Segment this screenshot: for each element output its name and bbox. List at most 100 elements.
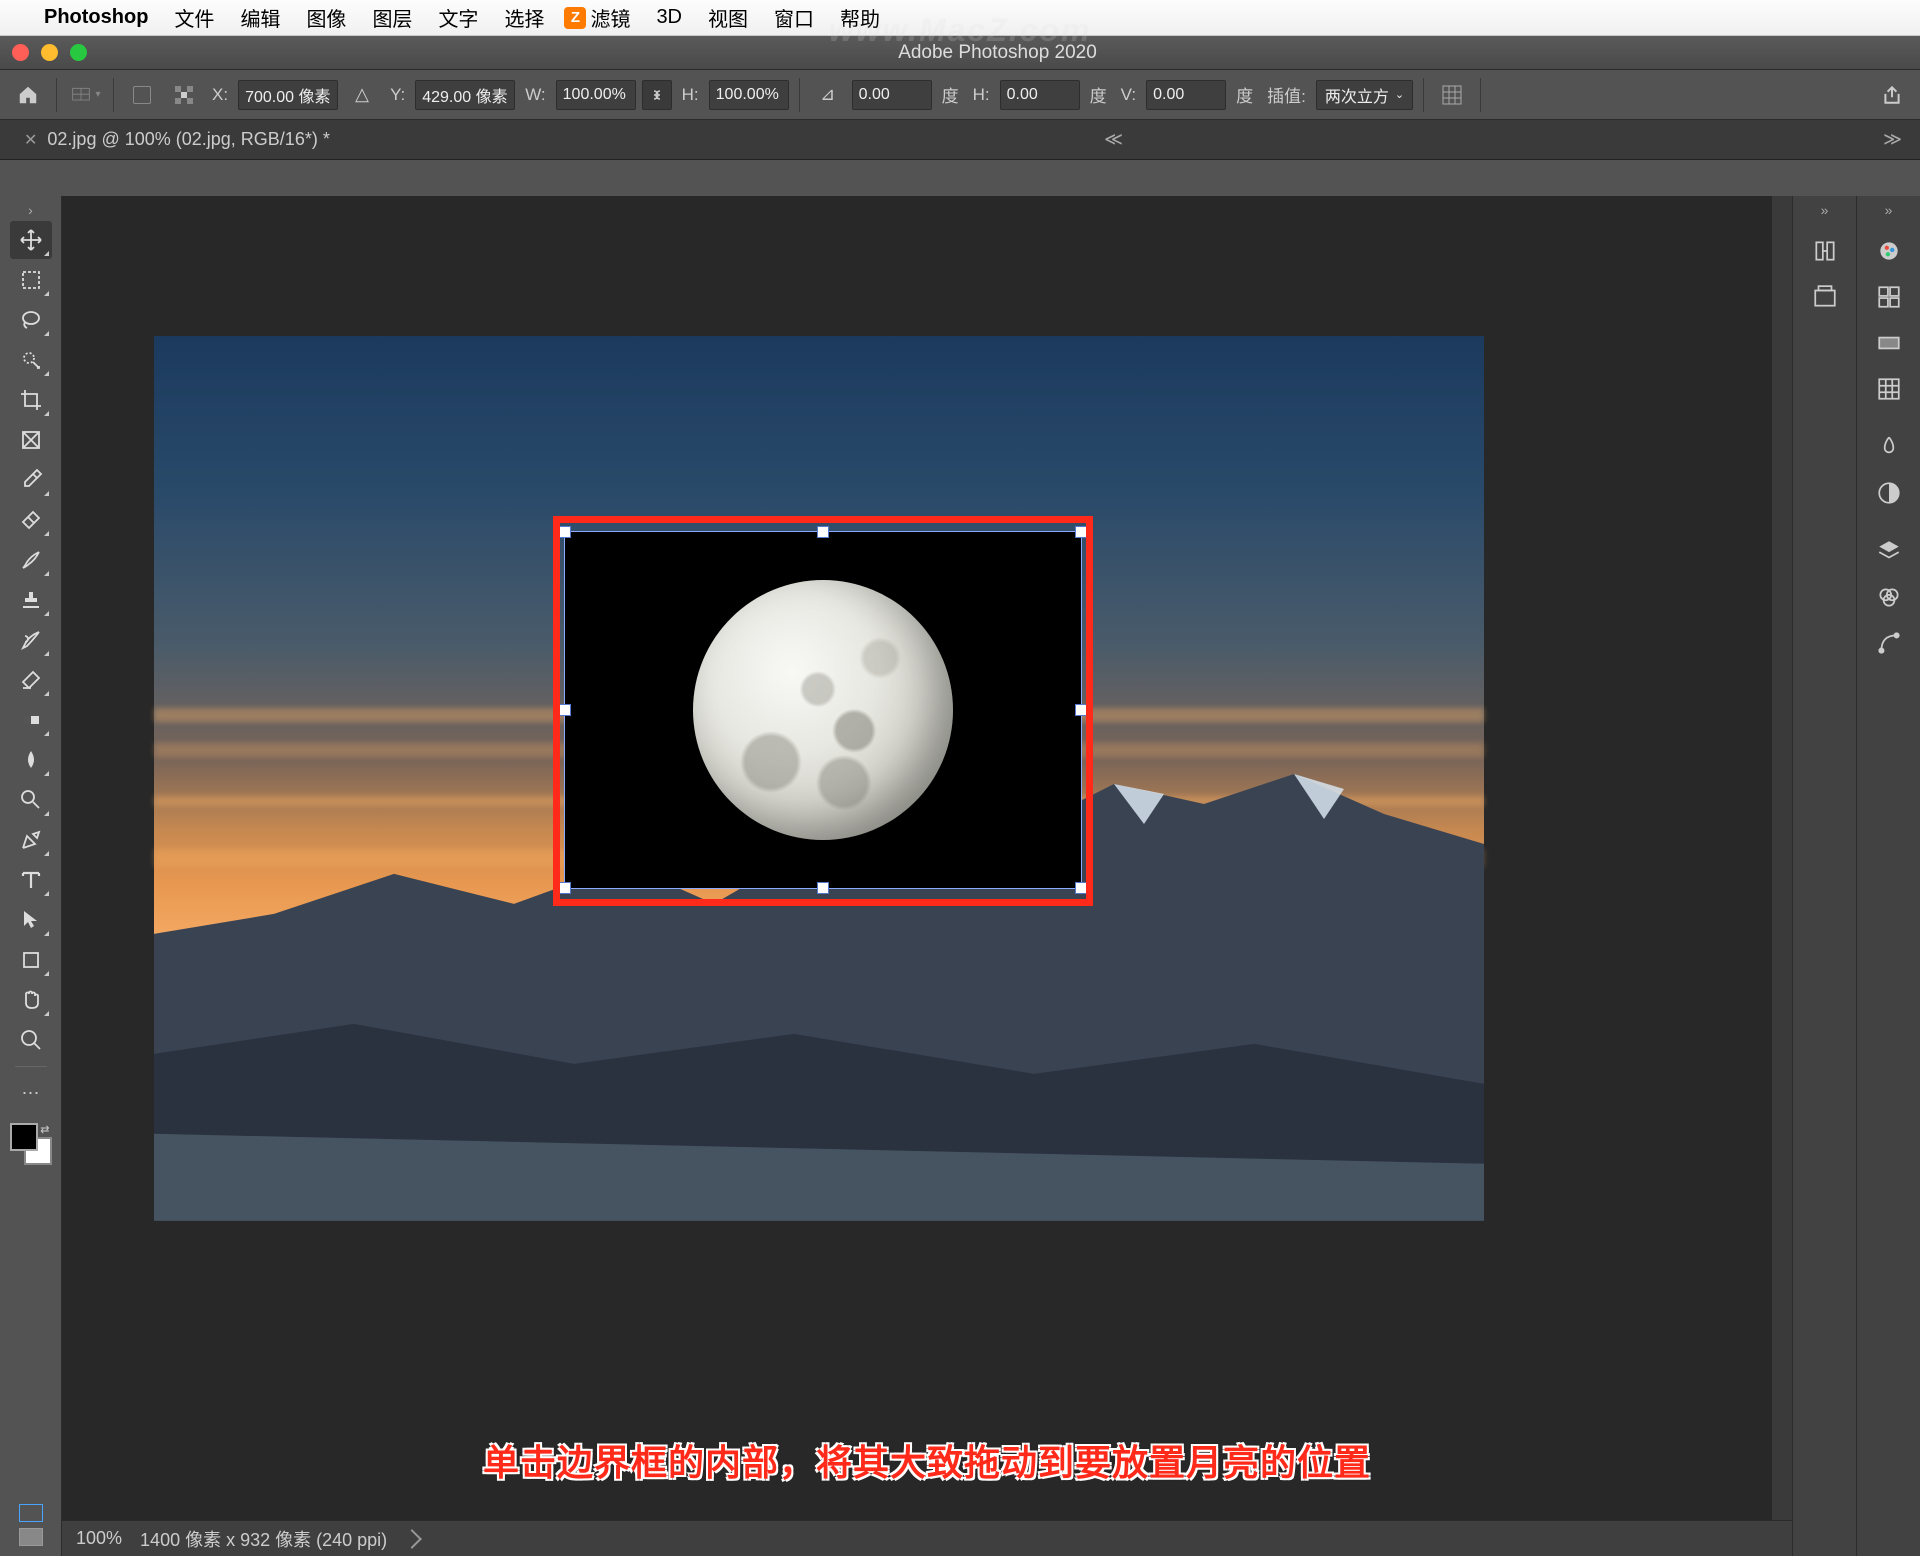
delta-button[interactable]: △ bbox=[344, 77, 380, 113]
lasso-tool[interactable] bbox=[10, 301, 52, 339]
layers-panel-icon[interactable] bbox=[1866, 531, 1912, 571]
mac-menubar: Photoshop 文件 编辑 图像 图层 文字 选择 Z 滤镜 3D 视图 窗… bbox=[0, 0, 1920, 36]
vertical-scrollbar[interactable] bbox=[1772, 196, 1792, 1520]
reference-point-grid[interactable] bbox=[166, 77, 202, 113]
document-tab-bar: ✕ 02.jpg @ 100% (02.jpg, RGB/16*) * ≪ ≫ bbox=[0, 120, 1920, 160]
swap-colors-icon[interactable]: ⇄ bbox=[40, 1123, 49, 1136]
gradient-tool[interactable] bbox=[10, 701, 52, 739]
interp-value: 两次立方 bbox=[1325, 83, 1389, 107]
menu-select[interactable]: 选择 bbox=[504, 3, 544, 32]
menu-help[interactable]: 帮助 bbox=[840, 3, 880, 32]
window-minimize-button[interactable] bbox=[41, 44, 58, 61]
tab-overflow-right[interactable]: ≫ bbox=[1883, 129, 1910, 150]
tab-close-button[interactable]: ✕ bbox=[24, 130, 37, 150]
menu-3d[interactable]: 3D bbox=[656, 6, 682, 29]
menu-type[interactable]: 文字 bbox=[438, 3, 478, 32]
y-input[interactable] bbox=[415, 80, 515, 110]
zoom-level[interactable]: 100% bbox=[76, 1528, 122, 1549]
brush-tool[interactable] bbox=[10, 541, 52, 579]
dodge-tool[interactable] bbox=[10, 781, 52, 819]
paths-panel-icon[interactable] bbox=[1866, 623, 1912, 663]
edit-toolbar-button[interactable]: ⋯ bbox=[10, 1074, 52, 1112]
window-close-button[interactable] bbox=[12, 44, 29, 61]
app-window: Adobe Photoshop 2020 ▾ X: △ Y: W: H: ⊿ bbox=[0, 36, 1920, 1556]
tab-overflow-left[interactable]: ≪ bbox=[1096, 129, 1131, 150]
screen-mode-standard[interactable] bbox=[19, 1504, 43, 1522]
path-select-tool[interactable] bbox=[10, 901, 52, 939]
menu-window[interactable]: 窗口 bbox=[774, 3, 814, 32]
libraries-panel-icon[interactable] bbox=[1866, 427, 1912, 467]
transform-mode-button[interactable]: ▾ bbox=[67, 77, 103, 113]
interp-select[interactable]: 两次立方 ⌄ bbox=[1316, 80, 1413, 110]
x-input[interactable] bbox=[238, 80, 338, 110]
traffic-lights bbox=[12, 44, 87, 61]
stamp-tool[interactable] bbox=[10, 581, 52, 619]
menu-filter[interactable]: 滤镜 bbox=[590, 3, 630, 32]
h-label: H: bbox=[682, 85, 699, 105]
toolbox-collapse[interactable]: › bbox=[28, 202, 33, 220]
status-flyout[interactable] bbox=[402, 1529, 422, 1549]
color-swatch[interactable]: ⇄ bbox=[10, 1123, 52, 1165]
marquee-tool[interactable] bbox=[10, 261, 52, 299]
grid-toggle-button[interactable] bbox=[1434, 77, 1470, 113]
quick-select-tool[interactable] bbox=[10, 341, 52, 379]
reference-point-toggle[interactable] bbox=[124, 77, 160, 113]
eyedropper-tool[interactable] bbox=[10, 461, 52, 499]
v-skew-label: V: bbox=[1121, 85, 1136, 105]
gradients-panel-icon[interactable] bbox=[1866, 323, 1912, 363]
patterns-panel-icon[interactable] bbox=[1866, 369, 1912, 409]
document-tab[interactable]: ✕ 02.jpg @ 100% (02.jpg, RGB/16*) * bbox=[10, 120, 344, 159]
x-label: X: bbox=[212, 85, 228, 105]
interp-label: 插值: bbox=[1267, 82, 1306, 107]
healing-tool[interactable] bbox=[10, 501, 52, 539]
options-bar: ▾ X: △ Y: W: H: ⊿ 度 H: 度 V: 度 插值: 两次立方 bbox=[0, 70, 1920, 120]
home-button[interactable] bbox=[10, 77, 46, 113]
history-panel-icon[interactable] bbox=[1802, 231, 1848, 271]
menu-file[interactable]: 文件 bbox=[174, 3, 214, 32]
properties-panel-icon[interactable] bbox=[1802, 277, 1848, 317]
channels-panel-icon[interactable] bbox=[1866, 577, 1912, 617]
swatches-panel-icon[interactable] bbox=[1866, 277, 1912, 317]
move-tool[interactable] bbox=[10, 221, 52, 259]
zoom-tool[interactable] bbox=[10, 1021, 52, 1059]
tutorial-highlight bbox=[553, 516, 1093, 906]
tab-label: 02.jpg @ 100% (02.jpg, RGB/16*) * bbox=[47, 129, 329, 150]
share-button[interactable] bbox=[1874, 77, 1910, 113]
frame-tool[interactable] bbox=[10, 421, 52, 459]
shape-tool[interactable] bbox=[10, 941, 52, 979]
right-panel-dock: » » bbox=[1792, 196, 1920, 1556]
status-bar: 100% 1400 像素 x 932 像素 (240 ppi) bbox=[62, 1520, 1792, 1556]
eraser-tool[interactable] bbox=[10, 661, 52, 699]
history-brush-tool[interactable] bbox=[10, 621, 52, 659]
menu-edit[interactable]: 编辑 bbox=[240, 3, 280, 32]
type-tool[interactable] bbox=[10, 861, 52, 899]
aspect-link-button[interactable] bbox=[642, 80, 672, 110]
app-name[interactable]: Photoshop bbox=[44, 6, 148, 29]
v-skew-input[interactable] bbox=[1146, 80, 1226, 110]
w-input[interactable] bbox=[556, 80, 636, 110]
foreground-color[interactable] bbox=[10, 1123, 38, 1151]
menu-layer[interactable]: 图层 bbox=[372, 3, 412, 32]
hand-tool[interactable] bbox=[10, 981, 52, 1019]
color-panel-icon[interactable] bbox=[1866, 231, 1912, 271]
h-input[interactable] bbox=[709, 80, 789, 110]
adjustments-panel-icon[interactable] bbox=[1866, 473, 1912, 513]
window-titlebar: Adobe Photoshop 2020 bbox=[0, 36, 1920, 70]
pen-tool[interactable] bbox=[10, 821, 52, 859]
angle-unit: 度 bbox=[942, 82, 959, 107]
menu-image[interactable]: 图像 bbox=[306, 3, 346, 32]
dock-collapse-right[interactable]: » bbox=[1885, 202, 1893, 228]
crop-tool[interactable] bbox=[10, 381, 52, 419]
z-badge-icon: Z bbox=[564, 7, 586, 29]
menu-view[interactable]: 视图 bbox=[708, 3, 748, 32]
screen-mode-full[interactable] bbox=[19, 1528, 43, 1546]
doc-info[interactable]: 1400 像素 x 932 像素 (240 ppi) bbox=[140, 1526, 387, 1552]
window-maximize-button[interactable] bbox=[70, 44, 87, 61]
angle-input[interactable] bbox=[852, 80, 932, 110]
window-title: Adobe Photoshop 2020 bbox=[87, 42, 1908, 64]
blur-tool[interactable] bbox=[10, 741, 52, 779]
h-skew-input[interactable] bbox=[1000, 80, 1080, 110]
canvas-area[interactable]: 单击边界框的内部，将其大致拖动到要放置月亮的位置 100% 1400 像素 x … bbox=[62, 196, 1792, 1556]
dock-collapse-left[interactable]: » bbox=[1821, 202, 1829, 228]
document-canvas[interactable] bbox=[154, 336, 1484, 1221]
